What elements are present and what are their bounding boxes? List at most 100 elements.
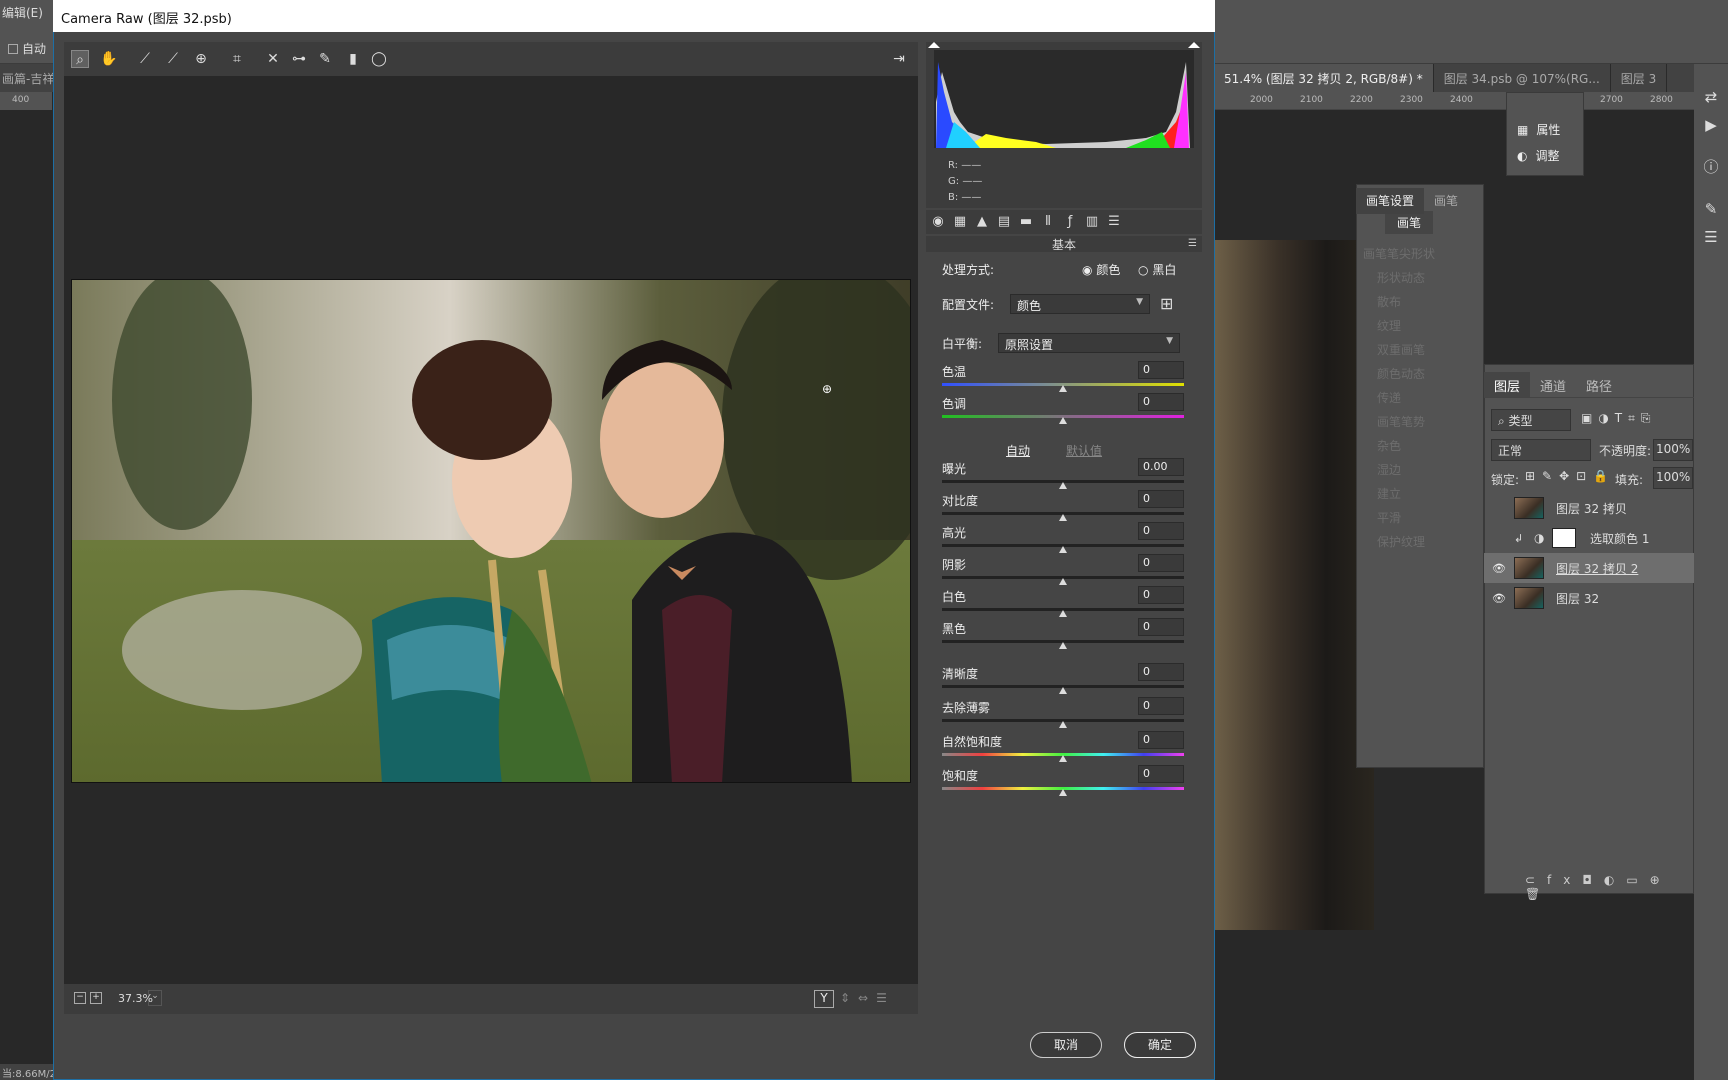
brush-button[interactable]: 画笔 [1385, 211, 1434, 234]
brush-item[interactable]: 建立 [1377, 485, 1401, 502]
checkbox-box[interactable] [8, 43, 18, 54]
brush-item[interactable]: 双重画笔 [1377, 341, 1425, 358]
slider-thumb[interactable] [1059, 417, 1067, 424]
layer-filter[interactable]: ⌕ 类型 [1491, 409, 1571, 431]
brush-item[interactable]: 湿边 [1377, 461, 1401, 478]
targeted-adjust-icon[interactable]: ⊕ [192, 50, 210, 68]
doc-tab-3[interactable]: 图层 3 [1611, 64, 1668, 92]
brush-item[interactable]: 画笔笔势 [1377, 413, 1425, 430]
slider-thumb[interactable] [1059, 755, 1067, 762]
eye-icon[interactable]: 👁 [1484, 592, 1514, 605]
slider-value-field[interactable]: 0 [1138, 490, 1184, 508]
basic-tab-icon[interactable]: ◉ [930, 214, 946, 230]
tab-brush-settings[interactable]: 画笔设置 [1356, 188, 1425, 214]
zoom-in-icon[interactable]: + [90, 992, 102, 1004]
radial-filter-icon[interactable]: ◯ [370, 50, 388, 68]
wb-select[interactable]: 原照设置 ▼ [998, 333, 1180, 353]
tone-curve-icon[interactable]: ▦ [952, 214, 968, 230]
zoom-tool-icon[interactable]: ⌕ [71, 50, 89, 68]
doc-tab-active[interactable]: 51.4% (图层 32 拷贝 2, RGB/8#) * [1214, 64, 1434, 92]
hand-tool-icon[interactable]: ✋ [100, 50, 118, 68]
adjustment-brush-icon[interactable]: ✎ [316, 50, 334, 68]
hsl-icon[interactable]: ▤ [996, 214, 1012, 230]
brush-item[interactable]: 画笔笔尖形状 [1363, 245, 1435, 262]
brush-item[interactable]: 杂色 [1377, 437, 1401, 454]
calibration-icon[interactable]: ▥ [1084, 214, 1100, 230]
brush-item[interactable]: 形状动态 [1377, 269, 1425, 286]
info-icon[interactable]: ⓘ [1702, 158, 1720, 176]
slider-thumb[interactable] [1059, 482, 1067, 489]
brush-item[interactable]: 散布 [1377, 293, 1401, 310]
layer-row[interactable]: 图层 32 拷贝 [1484, 493, 1694, 523]
layer-row[interactable]: 👁 图层 32 [1484, 583, 1694, 613]
slider-thumb[interactable] [1059, 546, 1067, 553]
brush-item[interactable]: 纹理 [1377, 317, 1401, 334]
default-link[interactable]: 默认值 [1066, 442, 1102, 459]
layer-row[interactable]: ↲ ◑ 选取颜色 1 [1484, 523, 1694, 553]
slider-thumb[interactable] [1059, 721, 1067, 728]
brush-item[interactable]: 传递 [1377, 389, 1401, 406]
filter-icons[interactable]: ▣◑T⌗⎘ [1581, 411, 1657, 426]
tab-brush[interactable]: 画笔 [1424, 188, 1468, 214]
layer-footer-icons[interactable]: ⊂fx◘◐▭⊕🗑 [1525, 873, 1693, 901]
detail-icon[interactable]: ▲ [974, 214, 990, 230]
lens-icon[interactable]: ⦀ [1040, 214, 1056, 230]
auto-select-checkbox[interactable]: 自动 [8, 40, 46, 57]
open-preferences-icon[interactable]: ⇥ [890, 50, 908, 68]
slider-value-field[interactable]: 0 [1138, 697, 1184, 715]
profile-select[interactable]: 颜色 ▼ [1010, 294, 1150, 314]
brush-item[interactable]: 平滑 [1377, 509, 1401, 526]
slider-thumb[interactable] [1059, 642, 1067, 649]
slider-thumb[interactable] [1059, 687, 1067, 694]
tab-paths[interactable]: 路径 [1576, 372, 1622, 397]
fill-field[interactable]: 100% [1653, 467, 1693, 489]
treatment-bw-radio[interactable]: ○ 黑白 [1138, 261, 1176, 278]
blend-mode-select[interactable]: 正常 [1491, 439, 1591, 461]
menu-edit[interactable]: 编辑(E) [2, 4, 43, 21]
sliders-icon[interactable]: ☰ [1702, 228, 1720, 246]
zoom-level[interactable]: 37.3% [118, 992, 153, 1005]
spot-removal-icon[interactable]: ⊶ [290, 50, 308, 68]
slider-value-field[interactable]: 0 [1138, 765, 1184, 783]
slider-value-field[interactable]: 0 [1138, 663, 1184, 681]
zoom-out-icon[interactable]: − [74, 992, 86, 1004]
split-toning-icon[interactable]: ▬ [1018, 214, 1034, 230]
before-after-icon[interactable]: Y [814, 990, 834, 1008]
doc-tab-2[interactable]: 图层 34.psb @ 107%(RG... [1434, 64, 1611, 92]
profile-browser-icon[interactable]: ⊞ [1160, 294, 1173, 313]
slider-thumb[interactable] [1059, 514, 1067, 521]
cancel-button[interactable]: 取消 [1030, 1032, 1102, 1058]
panel-menu-icon[interactable]: ☰ [1188, 238, 1197, 249]
slider-value-field[interactable]: 0 [1138, 361, 1184, 379]
slider-thumb[interactable] [1059, 385, 1067, 392]
treatment-color-radio[interactable]: ◉ 颜色 [1082, 261, 1120, 278]
brush-item[interactable]: 颜色动态 [1377, 365, 1425, 382]
ok-button[interactable]: 确定 [1124, 1032, 1196, 1058]
straighten-icon[interactable]: ✕ [264, 50, 282, 68]
crop-tool-icon[interactable]: ⌗ [228, 50, 246, 68]
slider-thumb[interactable] [1059, 578, 1067, 585]
eye-icon[interactable]: 👁 [1484, 562, 1514, 575]
view-mode-icons[interactable]: ⇕⇔☰ [840, 991, 895, 1005]
opacity-field[interactable]: 100% [1653, 439, 1693, 461]
layer-row[interactable]: 👁 图层 32 拷贝 2 [1484, 553, 1694, 583]
auto-link[interactable]: 自动 [1006, 442, 1030, 459]
color-sampler-icon[interactable]: ⟋ [164, 50, 182, 68]
tab-layers[interactable]: 图层 [1484, 372, 1531, 397]
props-item[interactable]: ◐ 调整 [1517, 147, 1560, 164]
brush-icon[interactable]: ✎ [1702, 200, 1720, 218]
slider-value-field[interactable]: 0 [1138, 586, 1184, 604]
history-icon[interactable]: ⇄ [1702, 88, 1720, 106]
brush-item[interactable]: 保护纹理 [1377, 533, 1425, 550]
preview-photo[interactable] [71, 279, 911, 783]
effects-icon[interactable]: ƒ [1062, 214, 1078, 230]
slider-value-field[interactable]: 0.00 [1138, 458, 1184, 476]
white-balance-icon[interactable]: ⟋ [136, 50, 154, 68]
play-icon[interactable]: ▶ [1702, 116, 1720, 134]
props-item[interactable]: ▦ 属性 [1517, 121, 1560, 138]
slider-value-field[interactable]: 0 [1138, 522, 1184, 540]
graduated-filter-icon[interactable]: ▮ [344, 50, 362, 68]
lock-icons[interactable]: ⊞✎✥⊡🔒 [1525, 469, 1615, 483]
doc-tab-left[interactable]: 画篇-吉祥 [0, 64, 56, 92]
slider-thumb[interactable] [1059, 789, 1067, 796]
